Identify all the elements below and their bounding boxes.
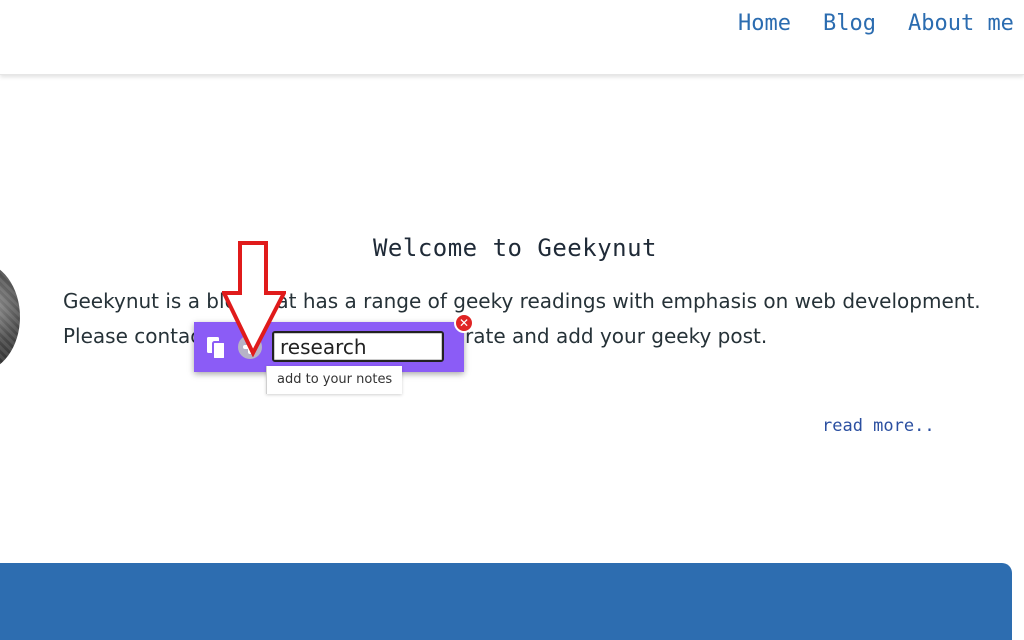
bottom-banner <box>0 563 1012 640</box>
add-note-icon[interactable] <box>238 335 262 359</box>
nav-link-home[interactable]: Home <box>738 11 791 36</box>
author-avatar <box>0 262 20 372</box>
nav-link-about-me[interactable]: About me <box>908 11 1014 36</box>
close-icon[interactable]: ✕ <box>454 313 474 333</box>
note-toolbar <box>194 322 464 372</box>
top-nav-bar: Home Blog About me <box>0 0 1024 75</box>
note-text-input[interactable] <box>272 331 444 362</box>
read-more-link[interactable]: read more.. <box>822 416 935 436</box>
welcome-title: Welcome to Geekynut <box>372 234 658 262</box>
add-note-tooltip: add to your notes <box>266 366 403 394</box>
copy-icon[interactable] <box>206 336 228 360</box>
page: Home Blog About me Welcome to Geekynut G… <box>0 0 1024 640</box>
main-nav: Home Blog About me <box>738 11 1024 36</box>
nav-link-blog[interactable]: Blog <box>823 11 876 36</box>
